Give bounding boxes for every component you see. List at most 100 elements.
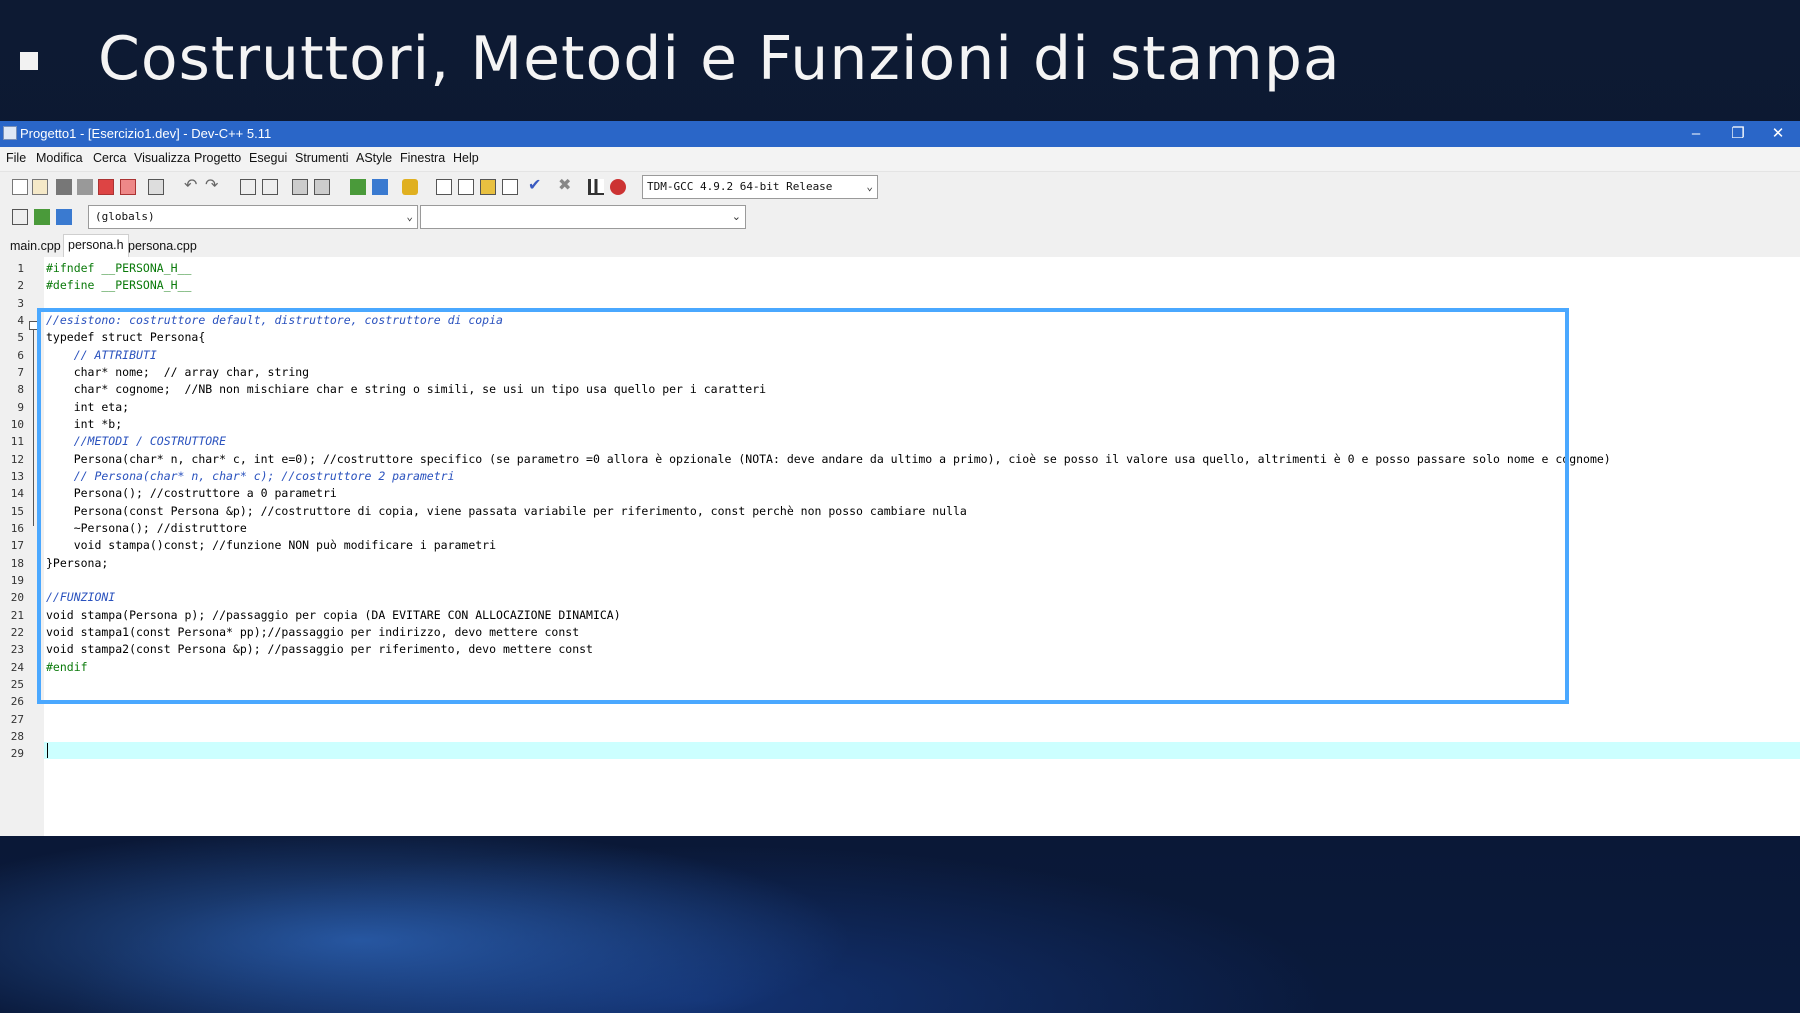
line-number: 27	[10, 712, 24, 726]
line-number: 18	[10, 556, 24, 570]
line-number: 25	[10, 677, 24, 691]
open-file-icon[interactable]	[32, 179, 48, 195]
code-line: //esistono: costruttore default, distrut…	[46, 312, 503, 327]
rebuild-icon[interactable]	[502, 179, 518, 195]
unindent-icon[interactable]	[314, 179, 330, 195]
goto-line-icon[interactable]	[372, 179, 388, 195]
minimize-button[interactable]: –	[1676, 121, 1716, 147]
scope-select[interactable]: (globals) ⌄	[88, 205, 418, 229]
print-icon[interactable]	[148, 179, 164, 195]
line-number: 29	[10, 747, 24, 761]
window-titlebar[interactable]: Progetto1 - [Esercizio1.dev] - Dev-C++ 5…	[0, 121, 1800, 147]
compile-icon[interactable]	[436, 179, 452, 195]
line-number: 3	[17, 296, 24, 310]
code-editor[interactable]: 1 #ifndef __PERSONA_H__ 2 #define __PERSONA…	[0, 257, 1800, 836]
tab-persona-cpp[interactable]: persona.cpp	[124, 236, 201, 258]
code-line: #endif	[46, 659, 88, 674]
menu-help[interactable]: Help	[453, 151, 479, 165]
add-to-project-icon[interactable]	[34, 209, 50, 225]
stop-execution-icon[interactable]: ✖	[558, 178, 574, 195]
line-number: 16	[10, 521, 24, 535]
close-all-icon[interactable]	[120, 179, 136, 195]
tab-main-cpp[interactable]: main.cpp	[6, 236, 65, 258]
chevron-down-icon: ⌄	[406, 210, 413, 223]
new-project-icon[interactable]	[12, 209, 28, 225]
line-number: 12	[10, 452, 24, 466]
menu-progetto[interactable]: Progetto	[194, 151, 241, 165]
goto-icon[interactable]	[350, 179, 366, 195]
run-icon[interactable]	[458, 179, 474, 195]
code-line: void stampa()const; //funzione NON può m…	[46, 538, 497, 553]
line-number: 17	[10, 539, 24, 553]
line-number: 28	[10, 729, 24, 743]
fold-guide	[33, 330, 34, 526]
code-line: // Persona(char* n, char* c); //costrutt…	[46, 468, 455, 483]
line-number: 4	[17, 313, 24, 327]
syntax-check-icon[interactable]: ✔	[528, 178, 544, 195]
code-line: void stampa1(const Persona* pp);//passag…	[46, 624, 580, 639]
code-line: Persona(); //costruttore a 0 parametri	[46, 486, 337, 501]
close-button[interactable]: ✕	[1758, 121, 1798, 147]
line-number: 7	[17, 365, 24, 379]
new-file-icon[interactable]	[12, 179, 28, 195]
line-number: 21	[10, 608, 24, 622]
menu-finestra[interactable]: Finestra	[400, 151, 445, 165]
class-toolbar: (globals) ⌄ ⌄	[0, 202, 1800, 232]
restore-button[interactable]: ❐	[1718, 121, 1758, 147]
line-number: 20	[10, 591, 24, 605]
line-number: 14	[10, 487, 24, 501]
current-line-highlight	[44, 742, 1800, 759]
line-number: 22	[10, 625, 24, 639]
menu-visualizza[interactable]: Visualizza	[134, 151, 190, 165]
code-line: void stampa(Persona p); //passaggio per …	[46, 607, 621, 622]
redo-icon[interactable]: ↷	[205, 178, 221, 195]
close-file-icon[interactable]	[98, 179, 114, 195]
compiler-select-value: TDM-GCC 4.9.2 64-bit Release	[647, 180, 833, 193]
menu-cerca[interactable]: Cerca	[93, 151, 126, 165]
indent-icon[interactable]	[292, 179, 308, 195]
menu-modifica[interactable]: Modifica	[36, 151, 83, 165]
code-line: char* cognome; //NB non mischiare char e…	[46, 382, 767, 397]
line-number: 5	[17, 331, 24, 345]
tab-persona-h[interactable]: persona.h	[63, 234, 129, 259]
code-line: }Persona;	[46, 555, 109, 570]
bullet-square-icon	[20, 52, 38, 70]
code-line: #ifndef __PERSONA_H__	[46, 261, 192, 275]
code-line: //FUNZIONI	[46, 590, 116, 605]
code-line: ~Persona(); //distruttore	[46, 520, 247, 535]
compiler-select[interactable]: TDM-GCC 4.9.2 64-bit Release ⌄	[642, 175, 878, 199]
find-icon[interactable]	[240, 179, 256, 195]
save-all-icon[interactable]	[77, 179, 93, 195]
line-number: 19	[10, 573, 24, 587]
code-line: #define __PERSONA_H__	[46, 278, 192, 293]
fold-toggle-icon[interactable]	[29, 321, 38, 330]
line-number: 13	[10, 469, 24, 483]
replace-icon[interactable]	[262, 179, 278, 195]
code-line: char* nome; // array char, string	[46, 364, 310, 379]
line-number: 9	[17, 400, 24, 414]
code-line: Persona(char* n, char* c, int e=0); //co…	[46, 451, 1611, 466]
line-number: 1	[17, 262, 24, 275]
ide-window: Progetto1 - [Esercizio1.dev] - Dev-C++ 5…	[0, 121, 1800, 836]
compile-run-icon[interactable]	[480, 179, 496, 195]
bookmark-icon[interactable]	[402, 179, 418, 195]
save-icon[interactable]	[56, 179, 72, 195]
members-select[interactable]: ⌄	[420, 205, 746, 229]
menu-file[interactable]: File	[6, 151, 26, 165]
line-number: 23	[10, 643, 24, 657]
line-number: 8	[17, 383, 24, 397]
file-tabs: main.cpp persona.h persona.cpp	[0, 232, 1800, 259]
line-number: 24	[10, 660, 24, 674]
undo-icon[interactable]: ↶	[184, 178, 200, 195]
line-number: 6	[17, 348, 24, 362]
menu-esegui[interactable]: Esegui	[249, 151, 287, 165]
main-toolbar: ↶ ↷ ✔ ✖ TDM-GCC 4.9.2 64-bit Release ⌄	[0, 171, 1800, 202]
menu-astyle[interactable]: AStyle	[356, 151, 392, 165]
profile-icon[interactable]	[588, 179, 604, 195]
code-line: int eta;	[46, 399, 130, 414]
remove-from-project-icon[interactable]	[56, 209, 72, 225]
debug-icon[interactable]	[610, 179, 626, 195]
line-number: 11	[10, 435, 24, 449]
devcpp-app-icon	[3, 126, 17, 140]
menu-strumenti[interactable]: Strumenti	[295, 151, 349, 165]
